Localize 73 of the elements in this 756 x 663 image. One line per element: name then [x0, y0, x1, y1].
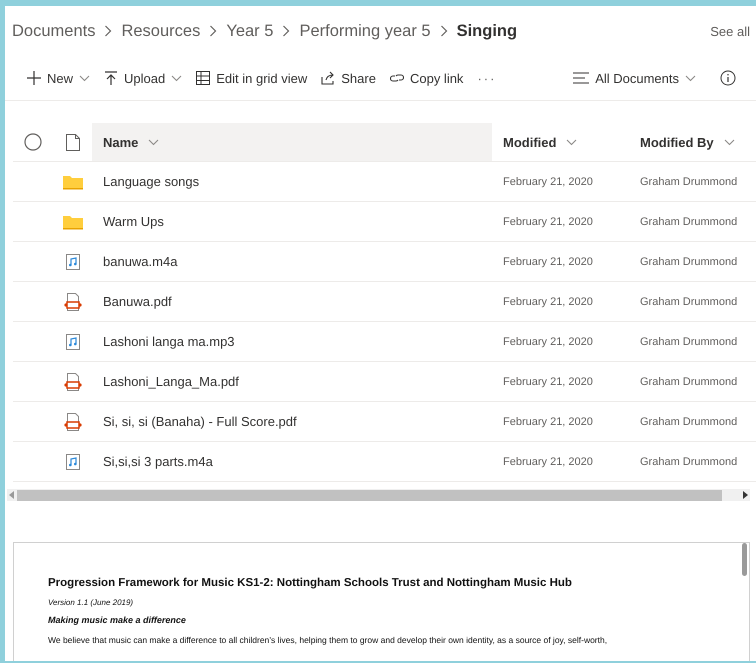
breadcrumb-link[interactable]: Documents [12, 22, 96, 40]
modified-by-name: Graham Drummond [640, 456, 738, 468]
chevron-down-icon [148, 138, 160, 146]
chevron-right-icon [104, 25, 112, 37]
chevron-right-icon [282, 25, 290, 37]
modified-by-name: Graham Drummond [640, 216, 738, 228]
breadcrumb-link[interactable]: Year 5 [226, 22, 274, 40]
toolbar-button[interactable]: New [27, 68, 90, 88]
file-name-link[interactable]: Si,si,si 3 parts.m4a [103, 454, 213, 469]
modified-date: February 21, 2020 [503, 456, 593, 468]
breadcrumb-link[interactable]: Resources [121, 22, 200, 40]
modified-date: February 21, 2020 [503, 176, 593, 188]
music-file-icon [66, 334, 80, 350]
toolbar-button[interactable]: Share [321, 68, 376, 88]
modified-by-name: Graham Drummond [640, 416, 738, 428]
scroll-left-icon[interactable] [7, 491, 17, 499]
chevron-down-icon [724, 138, 735, 146]
grid-icon [196, 71, 210, 85]
toolbar-button[interactable]: Copy link [390, 68, 464, 88]
share-icon [321, 71, 336, 85]
pdf-file-icon [64, 412, 82, 430]
chevron-down-icon [685, 74, 696, 82]
info-button[interactable] [720, 70, 736, 86]
view-dropdown[interactable]: All Documents [573, 68, 696, 88]
horizontal-scrollbar[interactable] [7, 489, 750, 501]
file-name-link[interactable]: Warm Ups [103, 214, 164, 229]
modified-by-name: Graham Drummond [640, 376, 738, 388]
modified-date: February 21, 2020 [503, 216, 593, 228]
modified-date: February 21, 2020 [503, 256, 593, 268]
more-button[interactable]: ··· [477, 68, 496, 88]
breadcrumb-link[interactable]: Singing [456, 22, 518, 40]
music-file-icon [66, 254, 80, 270]
file-name-link[interactable]: Si, si, si (Banaha) - Full Score.pdf [103, 414, 297, 429]
upload-icon [104, 71, 118, 85]
breadcrumb-link[interactable]: Performing year 5 [299, 22, 431, 40]
modified-date: February 21, 2020 [503, 376, 593, 388]
vertical-scrollbar-thumb[interactable] [742, 543, 747, 576]
modified-by-name: Graham Drummond [640, 336, 738, 348]
folder-icon [62, 174, 82, 190]
toolbar-button[interactable]: Upload [104, 68, 182, 88]
column-header[interactable]: Modified [492, 123, 629, 161]
document-title: Progression Framework for Music KS1-2: Nottingham Schools Trust and Nottingham Music Hub [48, 577, 573, 589]
scroll-right-icon[interactable] [740, 491, 750, 499]
chevron-right-icon [440, 25, 448, 37]
file-name-link[interactable]: Banuwa.pdf [103, 294, 172, 309]
pdf-file-icon [64, 372, 82, 390]
plus-icon [27, 71, 41, 85]
modified-by-name: Graham Drummond [640, 176, 738, 188]
document-paragraph: We believe that music can make a difference to all children’s lives, helping them to grow and develop their own identity, as a source of joy, self-worth, [48, 635, 608, 645]
lines-icon [573, 72, 590, 84]
toolbar-button[interactable]: Edit in grid view [196, 68, 308, 88]
document-version: Version 1.1 (June 2019) [48, 598, 134, 607]
music-file-icon [66, 454, 80, 470]
pdf-file-icon [64, 292, 82, 310]
file-name-link[interactable]: banuwa.m4a [103, 254, 178, 269]
see-all-link[interactable]: See all [710, 24, 750, 38]
modified-by-name: Graham Drummond [640, 256, 738, 268]
info-icon [720, 70, 736, 86]
file-type-icon [66, 134, 80, 150]
modified-date: February 21, 2020 [503, 296, 593, 308]
column-header[interactable]: Name [92, 123, 492, 161]
file-name-link[interactable]: Lashoni langa ma.mp3 [103, 334, 235, 349]
column-header[interactable]: Modified By [629, 123, 756, 161]
file-name-link[interactable]: Language songs [103, 174, 200, 189]
document-subtitle: Making music make a difference [48, 615, 187, 625]
modified-date: February 21, 2020 [503, 336, 593, 348]
chevron-down-icon [566, 138, 578, 146]
modified-date: February 21, 2020 [503, 416, 593, 428]
select-all-circle-icon [24, 133, 42, 151]
chevron-right-icon [209, 25, 218, 37]
file-name-link[interactable]: Lashoni_Langa_Ma.pdf [103, 374, 239, 389]
modified-by-name: Graham Drummond [640, 296, 738, 308]
folder-icon [62, 214, 82, 230]
